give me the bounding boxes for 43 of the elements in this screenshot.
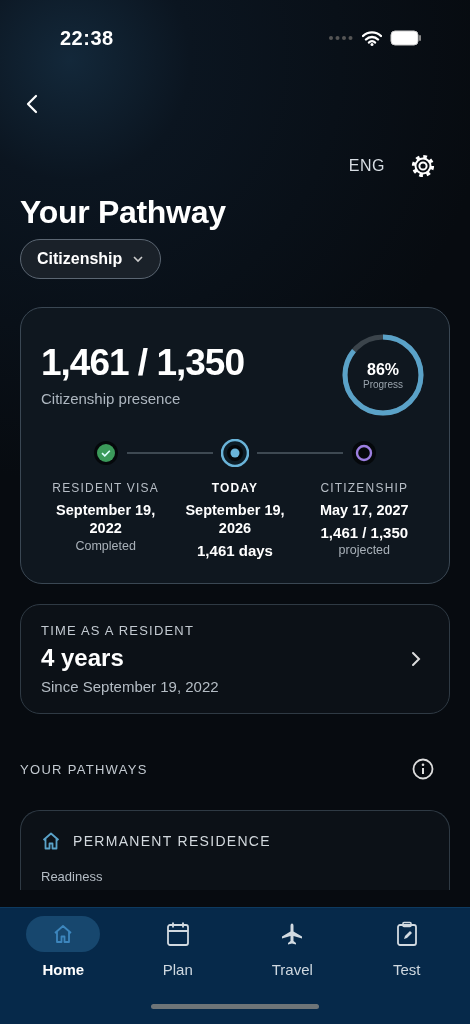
resident-since: Since September 19, 2022 <box>41 678 219 696</box>
clock-time: 22:38 <box>60 26 114 50</box>
signal-icon <box>328 35 354 41</box>
step-note: projected <box>338 543 391 558</box>
step-label: RESIDENT VISA <box>52 481 160 495</box>
check-icon <box>92 440 119 466</box>
step-date: September 19, 2022 <box>55 501 157 538</box>
pathway-dropdown[interactable]: Citizenship <box>20 239 162 279</box>
presence-caption: Citizenship presence <box>41 390 182 407</box>
resident-duration: 4 years <box>41 644 125 673</box>
tab-item[interactable]: Travel <box>235 916 350 978</box>
step-value: 1,461 days <box>197 542 273 560</box>
progress-label: Progress <box>363 378 403 390</box>
back-icon[interactable] <box>26 94 38 114</box>
card-title: PERMANENT RESIDENCE <box>73 833 271 850</box>
progress-percent: 86% <box>367 360 399 379</box>
home-icon <box>41 831 61 852</box>
step-label: CITIZENSHIP <box>320 481 409 495</box>
pathway-card[interactable]: PERMANENT RESIDENCE Readiness <box>20 810 450 891</box>
presence-count: 1,461 / 1,350 <box>41 342 245 384</box>
tab-item[interactable]: Test <box>349 916 464 978</box>
chevron-right-icon[interactable] <box>411 651 421 668</box>
section-heading: YOUR PATHWAYS <box>20 761 148 777</box>
step-date: September 19, 2026 <box>184 501 286 538</box>
wifi-icon <box>362 30 382 46</box>
step-label: TODAY <box>211 481 259 495</box>
tab-item[interactable]: Plan <box>120 916 235 978</box>
step-value: 1,461 / 1,350 <box>320 524 409 542</box>
future-step-dot <box>351 440 378 466</box>
clipboard-icon <box>395 921 418 947</box>
calendar-icon <box>165 921 190 947</box>
card-subtitle: Readiness <box>41 869 104 885</box>
battery-icon <box>390 30 422 46</box>
language-button[interactable]: ENG <box>348 157 385 175</box>
step-note: Completed <box>75 539 136 554</box>
step-date: May 17, 2027 <box>319 501 409 520</box>
chevron-down-icon <box>132 255 145 263</box>
card-label: TIME AS A RESIDENT <box>41 623 196 639</box>
page-title: Your Pathway <box>20 194 227 231</box>
airplane-icon <box>280 922 305 946</box>
info-icon[interactable] <box>412 758 434 781</box>
settings-icon[interactable] <box>411 154 435 178</box>
tab-item[interactable]: Home <box>6 916 121 978</box>
